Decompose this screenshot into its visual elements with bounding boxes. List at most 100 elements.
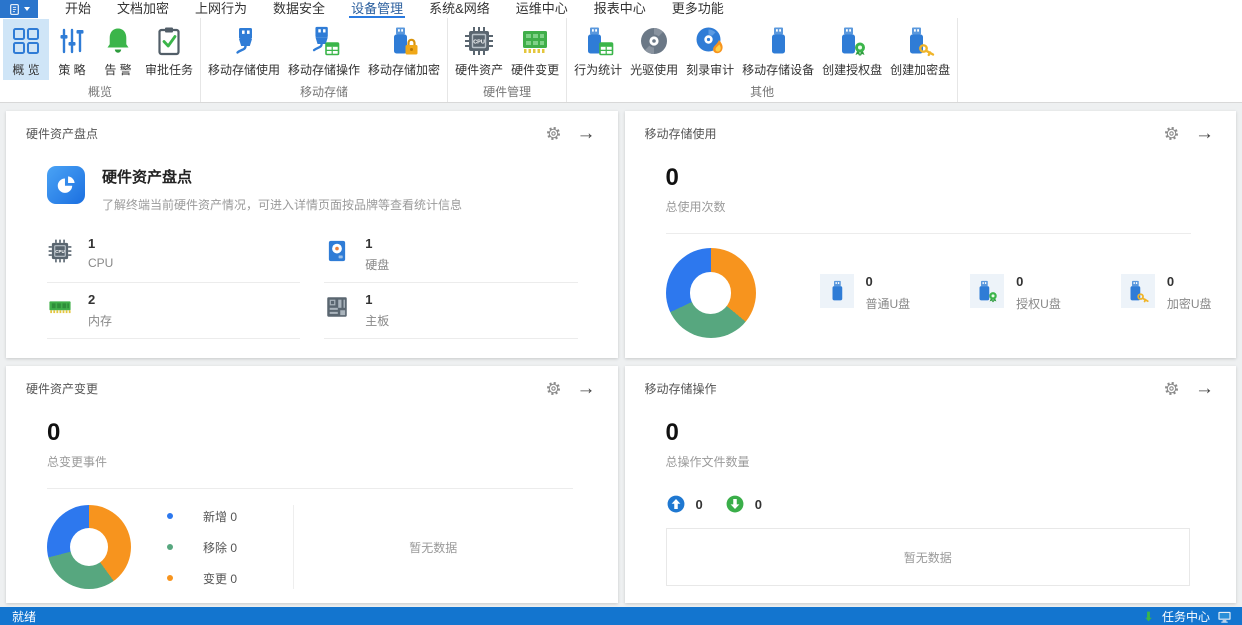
divider (666, 233, 1192, 234)
task-center-button[interactable]: 任务中心 (1142, 608, 1232, 625)
settings-gear-icon[interactable] (1163, 125, 1180, 142)
usage-stat-3: 0加密U盘 (1121, 274, 1212, 312)
ribbon-item-label: 硬件变更 (511, 61, 559, 78)
board-icon (519, 25, 551, 57)
ribbon-group-items: 移动存储使用移动存储操作移动存储加密 (204, 19, 444, 80)
menu-item-9[interactable]: 更多功能 (659, 0, 737, 18)
usage-stat-text: 0普通U盘 (866, 274, 911, 312)
legend-dot (167, 575, 173, 581)
card-hero: 硬件资产盘点 了解终端当前硬件资产情况，可进入详情页面按品牌等查看统计信息 (47, 166, 618, 213)
stat-value: 1 (365, 292, 389, 307)
card-title: 移动存储操作 (645, 380, 717, 397)
ribbon-item-disc-burn[interactable]: 刻录审计 (682, 19, 738, 80)
usb-plug-icon (228, 25, 260, 57)
ribbon-item-approval-clipboard[interactable]: 审批任务 (141, 19, 197, 80)
ribbon-group-3: CPU硬件资产硬件变更硬件管理 (448, 18, 567, 102)
divider (47, 488, 573, 489)
cpu-small-icon: CPU (47, 236, 73, 273)
ribbon: 概 览策 略 告 警审批任务概览移动存储使用移动存储操作移动存储加密移动存储CPU… (0, 18, 1242, 103)
approval-clipboard-icon (153, 25, 185, 57)
monitor-icon[interactable] (1217, 609, 1232, 624)
stat-value: 2 (88, 292, 112, 307)
empty-state-box: 暂无数据 (666, 528, 1191, 586)
hardware-stat-text: 2内存 (88, 292, 112, 329)
open-detail-arrow-icon[interactable]: → (577, 125, 596, 142)
ribbon-group-4: 行为统计光驱使用刻录审计移动存储设备创建授权盘创建加密盘其他 (567, 18, 958, 102)
open-detail-arrow-icon[interactable]: → (1195, 125, 1214, 142)
ribbon-item-label: 创建加密盘 (890, 61, 950, 78)
legend-dot (167, 544, 173, 550)
stat-label: 硬盘 (365, 256, 389, 273)
ribbon-item-overview-grid[interactable]: 概 览 (3, 19, 49, 80)
ribbon-group-items: 行为统计光驱使用刻录审计移动存储设备创建授权盘创建加密盘 (570, 19, 954, 80)
settings-gear-icon[interactable] (545, 380, 562, 397)
app-menu-button[interactable] (0, 0, 38, 18)
download-circle-icon (725, 494, 745, 514)
settings-gear-icon[interactable] (1163, 380, 1180, 397)
change-legend: 新增 0移除 0变更 0 (167, 508, 237, 587)
ribbon-group-1: 概 览策 略 告 警审批任务概览 (0, 18, 201, 102)
ribbon-item-usb-lock[interactable]: 移动存储加密 (364, 19, 444, 80)
menu-item-8[interactable]: 报表中心 (581, 0, 659, 18)
menubar: 开始文档加密上网行为数据安全设备管理系统&网络运维中心报表中心更多功能 (0, 0, 1242, 18)
card-actions: → (545, 125, 596, 142)
hardware-stats: CPU1CPU1硬盘2内存1主板 (47, 227, 578, 339)
total-ops-label: 总操作文件数量 (666, 453, 1237, 470)
alert-bell-icon (102, 25, 134, 57)
main-menu: 开始文档加密上网行为数据安全设备管理系统&网络运维中心报表中心更多功能 (52, 0, 737, 18)
usage-stats: 0普通U盘0授权U盘0加密U盘 (820, 274, 1212, 312)
hdd-icon (324, 236, 350, 273)
ribbon-item-usb-badge[interactable]: 创建授权盘 (818, 19, 886, 80)
usb-key-icon (1121, 274, 1155, 308)
ram-icon (47, 292, 73, 329)
ribbon-item-label: 硬件资产 (455, 61, 503, 78)
ribbon-item-policy-sliders[interactable]: 策 略 (49, 19, 95, 80)
hardware-stat-内存: 2内存 (47, 283, 300, 339)
ribbon-item-disc[interactable]: 光驱使用 (626, 19, 682, 80)
ribbon-item-usb-stats[interactable]: 行为统计 (570, 19, 626, 80)
open-detail-arrow-icon[interactable]: → (577, 380, 596, 397)
ribbon-item-label: 光驱使用 (630, 61, 678, 78)
ribbon-group-2: 移动存储使用移动存储操作移动存储加密移动存储 (201, 18, 448, 102)
task-center-label: 任务中心 (1162, 608, 1210, 625)
card-title: 硬件资产盘点 (26, 125, 98, 142)
legend-label: 变更 0 (203, 570, 237, 587)
stat-value: 1 (88, 236, 113, 251)
ribbon-group-label: 概览 (3, 80, 197, 105)
menu-item-7[interactable]: 运维中心 (503, 0, 581, 18)
stat-label: 加密U盘 (1167, 295, 1212, 312)
disc-burn-icon (694, 25, 726, 57)
upload-count: 0 (696, 497, 703, 512)
ribbon-item-label: 告 警 (104, 61, 131, 78)
stat-label: 主板 (365, 312, 389, 329)
total-ops-value: 0 (666, 419, 1237, 447)
ribbon-item-label: 刻录审计 (686, 61, 734, 78)
ribbon-item-label: 创建授权盘 (822, 61, 882, 78)
pie-chart-icon (47, 166, 85, 204)
ribbon-item-usb-device[interactable]: 移动存储设备 (738, 19, 818, 80)
open-detail-arrow-icon[interactable]: → (1195, 380, 1214, 397)
ribbon-item-label: 策 略 (58, 61, 85, 78)
menu-item-4[interactable]: 数据安全 (260, 0, 338, 18)
ribbon-item-usb-plug[interactable]: 移动存储使用 (204, 19, 284, 80)
ribbon-item-alert-bell[interactable]: 告 警 (95, 19, 141, 80)
status-ready-text: 就绪 (12, 608, 36, 625)
ribbon-item-board[interactable]: 硬件变更 (507, 19, 563, 80)
ribbon-item-usb-plug-grid[interactable]: 移动存储操作 (284, 19, 364, 80)
ribbon-item-cpu-chip[interactable]: CPU硬件资产 (451, 19, 507, 80)
menu-item-6[interactable]: 系统&网络 (416, 0, 503, 18)
caret-down-icon (24, 7, 30, 11)
disc-icon (638, 25, 670, 57)
usb-plug-grid-icon (308, 25, 340, 57)
ribbon-item-usb-key[interactable]: 创建加密盘 (886, 19, 954, 80)
menu-item-1[interactable]: 开始 (52, 0, 104, 18)
menu-item-2[interactable]: 文档加密 (104, 0, 182, 18)
total-usage-value: 0 (666, 164, 1237, 192)
policy-sliders-icon (56, 25, 88, 57)
menu-item-3[interactable]: 上网行为 (182, 0, 260, 18)
legend-dot (167, 513, 173, 519)
ribbon-item-label: 移动存储加密 (368, 61, 440, 78)
settings-gear-icon[interactable] (545, 125, 562, 142)
task-down-arrow-icon (1142, 610, 1155, 623)
menu-item-5[interactable]: 设备管理 (338, 0, 416, 18)
